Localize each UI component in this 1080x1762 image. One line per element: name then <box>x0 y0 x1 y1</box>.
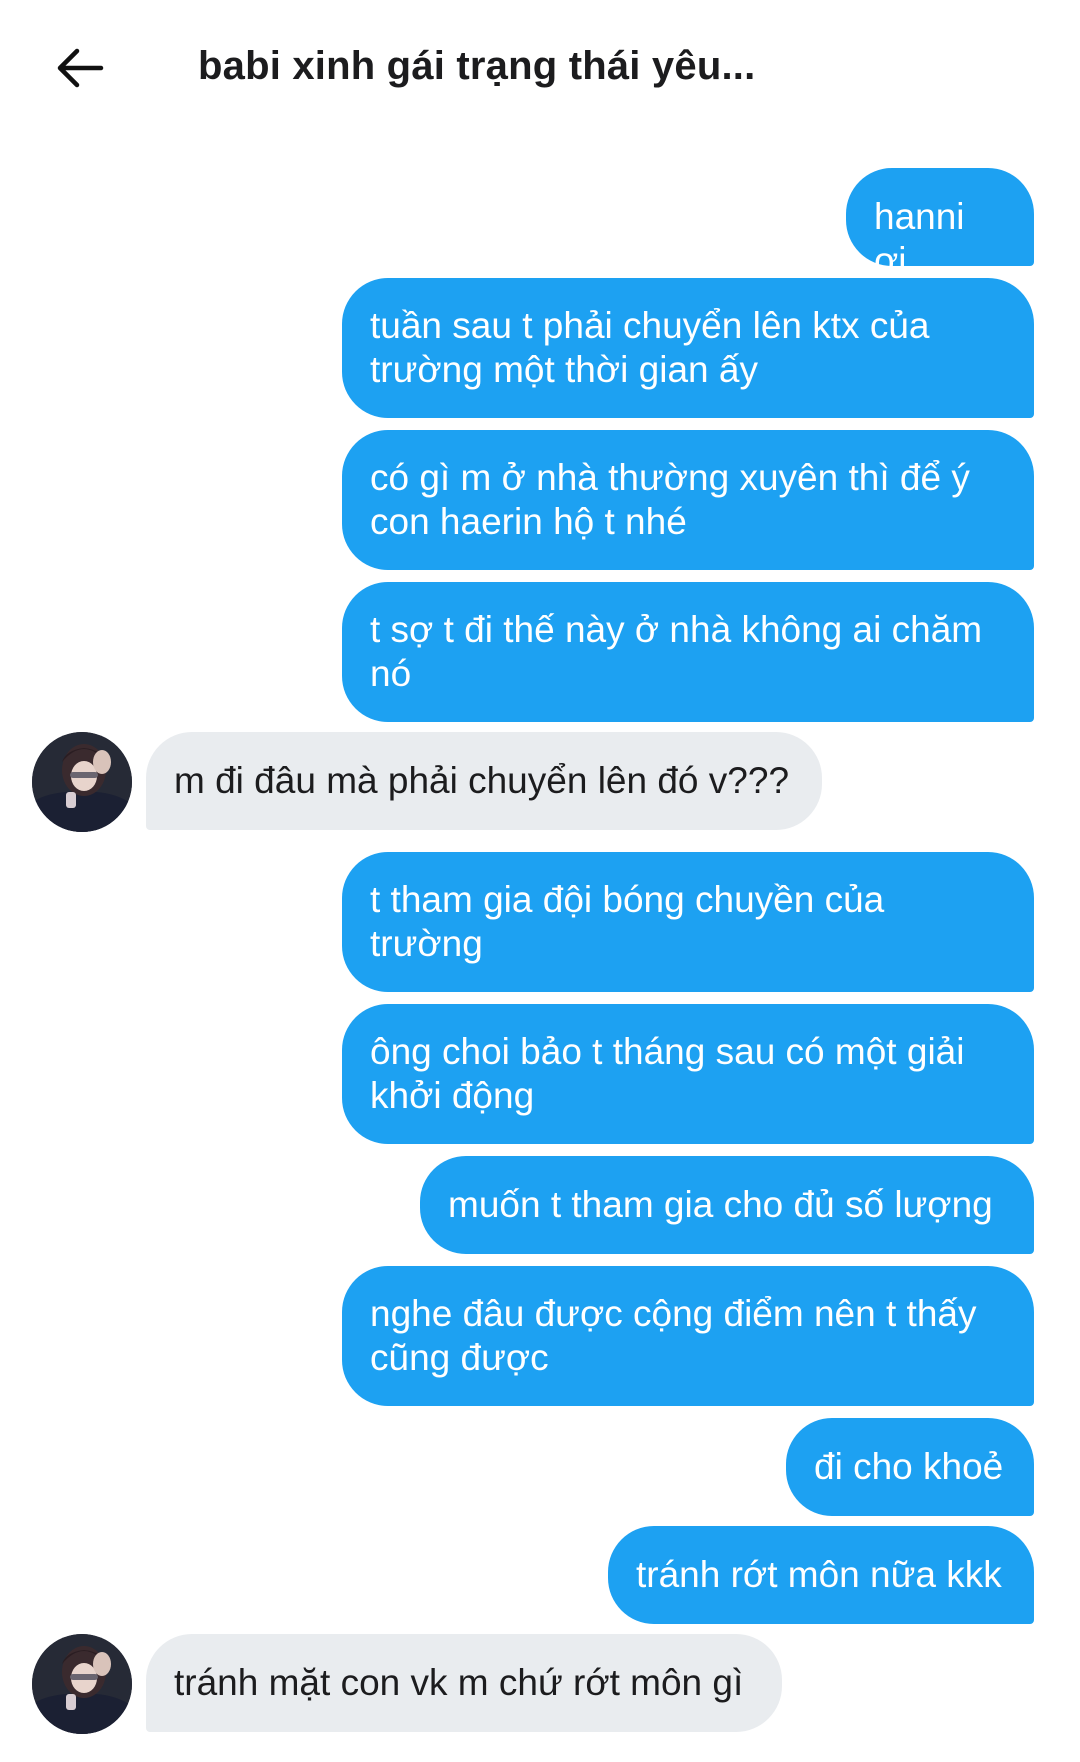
message-bubble-sent[interactable]: đi cho khoẻ <box>786 1418 1034 1516</box>
message-bubble-sent[interactable]: có gì m ở nhà thường xuyên thì để ý con … <box>342 430 1034 570</box>
message-thread[interactable]: hanni ơi tuần sau t phải chuyển lên ktx … <box>0 0 1080 1762</box>
message-bubble-sent[interactable]: nghe đâu được cộng điểm nên t thấy cũng … <box>342 1266 1034 1406</box>
contact-avatar[interactable] <box>32 1634 132 1734</box>
message-bubble-sent[interactable]: tuần sau t phải chuyển lên ktx của trườn… <box>342 278 1034 418</box>
message-bubble-sent[interactable]: tránh rớt môn nữa kkk <box>608 1526 1034 1624</box>
message-bubble-sent[interactable]: ông choi bảo t tháng sau có một giải khở… <box>342 1004 1034 1144</box>
conversation-title[interactable]: babi xinh gái trạng thái yêu... <box>198 44 755 89</box>
message-bubble-sent[interactable]: t sợ t đi thế này ở nhà không ai chăm nó <box>342 582 1034 722</box>
contact-avatar[interactable] <box>32 732 132 832</box>
message-bubble-sent[interactable]: t tham gia đội bóng chuyền của trường <box>342 852 1034 992</box>
message-bubble-sent[interactable]: hanni ơi <box>846 168 1034 281</box>
arrow-left-icon <box>55 46 105 95</box>
chat-header: babi xinh gái trạng thái yêu... <box>0 0 1080 140</box>
message-bubble-received[interactable]: m đi đâu mà phải chuyển lên đó v??? <box>146 732 822 830</box>
avatar-photo <box>32 732 132 832</box>
message-bubble-sent[interactable]: muốn t tham gia cho đủ số lượng <box>420 1156 1034 1254</box>
back-button[interactable] <box>40 30 120 110</box>
message-bubble-received[interactable]: tránh mặt con vk m chứ rớt môn gì <box>146 1634 782 1732</box>
avatar-photo <box>32 1634 132 1734</box>
chat-screen: hanni ơi tuần sau t phải chuyển lên ktx … <box>0 0 1080 1762</box>
